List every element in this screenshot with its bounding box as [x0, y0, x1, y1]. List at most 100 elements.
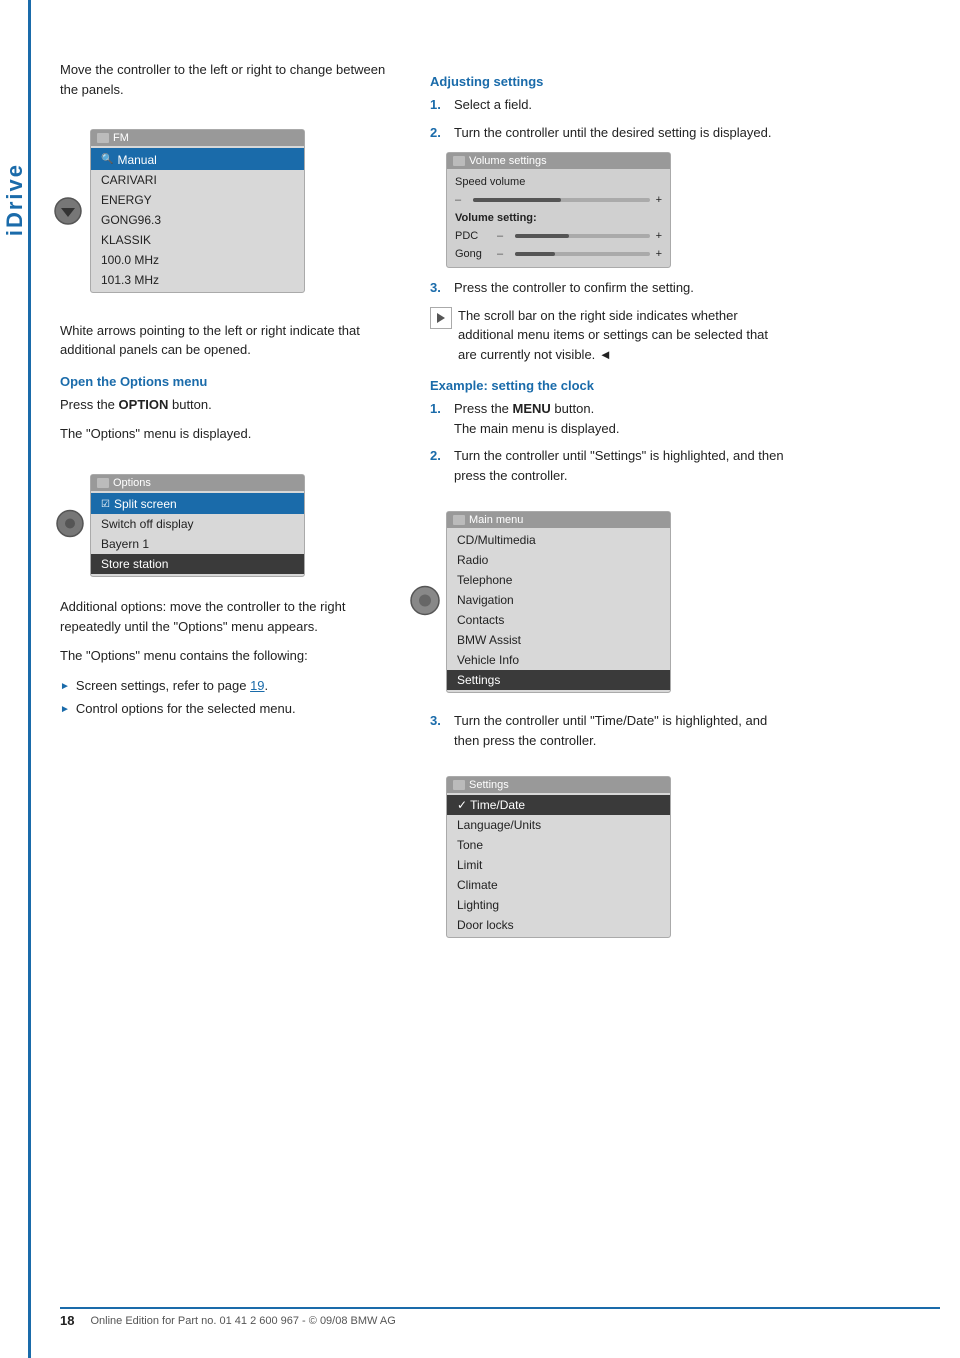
footer-text: Online Edition for Part no. 01 41 2 600 … — [90, 1315, 395, 1327]
speed-volume-track — [473, 198, 650, 202]
options-item-bayern: Bayern 1 — [91, 534, 304, 554]
fm-screen: FM 🔍 Manual CARIVARI ENERGY GONG96.3 KLA… — [90, 129, 305, 293]
ex-step3: 3. Turn the controller until "Time/Date"… — [430, 711, 790, 750]
volume-icon — [453, 156, 465, 166]
pdc-row: PDC – + — [447, 227, 670, 245]
bullet-text-1: Screen settings, refer to page 19. — [76, 676, 268, 696]
fm-item-manual: 🔍 Manual — [91, 148, 304, 170]
main-menu-icon — [453, 515, 465, 525]
settings-screen: Settings ✓ Time/Date Language/Units Tone… — [446, 776, 671, 938]
open-options-para2: The "Options" menu is displayed. — [60, 424, 400, 444]
settings-item-tone: Tone — [447, 835, 670, 855]
options-controller — [56, 510, 84, 541]
bullet-item-2: ► Control options for the selected menu. — [60, 699, 400, 719]
fm-item-gong: GONG96.3 — [91, 210, 304, 230]
options-knob-icon — [56, 510, 84, 538]
gong-fill — [515, 252, 555, 256]
fm-title-text: FM — [113, 132, 129, 144]
adjusting-heading: Adjusting settings — [430, 74, 790, 89]
bullet-triangle-2: ► — [60, 702, 70, 717]
page-footer: 18 Online Edition for Part no. 01 41 2 6… — [60, 1307, 940, 1328]
right-column: Adjusting settings 1. Select a field. 2.… — [430, 60, 790, 956]
additional-text: Additional options: move the controller … — [60, 597, 400, 636]
scroll-box-icon — [430, 307, 452, 329]
settings-item-climate: Climate — [447, 875, 670, 895]
left-column: Move the controller to the left or right… — [60, 60, 400, 956]
settings-screen-wrapper: Settings ✓ Time/Date Language/Units Tone… — [446, 766, 671, 948]
option-bold: OPTION — [119, 397, 169, 412]
bullet-list: ► Screen settings, refer to page 19. ► C… — [60, 676, 400, 719]
settings-item-timedate: ✓ Time/Date — [447, 795, 670, 815]
mm-item-bmw: BMW Assist — [447, 630, 670, 650]
options-item-switch: Switch off display — [91, 514, 304, 534]
speed-volume-row: Speed volume — [447, 173, 670, 191]
mm-item-cd: CD/Multimedia — [447, 530, 670, 550]
main-content: Move the controller to the left or right… — [60, 0, 940, 996]
fm-screen-wrapper: FM 🔍 Manual CARIVARI ENERGY GONG96.3 KLA… — [90, 119, 305, 303]
main-menu-title-text: Main menu — [469, 514, 523, 526]
options-item-store: Store station — [91, 554, 304, 574]
pdc-fill — [515, 234, 569, 238]
ex-step2: 2. Turn the controller until "Settings" … — [430, 446, 790, 485]
options-title-text: Options — [113, 477, 151, 489]
speed-volume-slider-row: – + — [447, 191, 670, 209]
fm-item-carivari: CARIVARI — [91, 170, 304, 190]
gong-row: Gong – + — [447, 245, 670, 263]
settings-item-limit: Limit — [447, 855, 670, 875]
main-menu-screen-wrapper: Main menu CD/Multimedia Radio Telephone … — [446, 501, 671, 703]
main-menu-screen: Main menu CD/Multimedia Radio Telephone … — [446, 511, 671, 693]
page-link-19[interactable]: 19 — [250, 678, 264, 693]
pdc-track — [515, 234, 650, 238]
volume-screen-wrapper: Volume settings Speed volume – + — [446, 152, 790, 268]
fm-item-101: 101.3 MHz — [91, 270, 304, 290]
settings-item-doorlocks: Door locks — [447, 915, 670, 935]
options-screen-wrapper: Options ☑ Split screen Switch off displa… — [90, 464, 305, 588]
volume-title-text: Volume settings — [469, 155, 547, 167]
main-menu-list: CD/Multimedia Radio Telephone Navigation… — [447, 528, 670, 692]
menu-bold: MENU — [513, 401, 551, 416]
idrive-label: iDrive — [0, 100, 30, 300]
fm-list: 🔍 Manual CARIVARI ENERGY GONG96.3 KLASSI… — [91, 146, 304, 292]
options-screen: Options ☑ Split screen Switch off displa… — [90, 474, 305, 578]
volume-content: Speed volume – + Volume setting: — [447, 169, 670, 267]
adjust-step2: 2. Turn the controller until the desired… — [430, 123, 790, 143]
settings-title-bar: Settings — [447, 777, 670, 793]
contains-text: The "Options" menu contains the followin… — [60, 646, 400, 666]
down-arrow-icon — [54, 197, 82, 225]
fm-item-klassik: KLASSIK — [91, 230, 304, 250]
mm-item-vehicle: Vehicle Info — [447, 650, 670, 670]
adjust-step1: 1. Select a field. — [430, 95, 790, 115]
fm-title-bar: FM — [91, 130, 304, 146]
options-list: ☑ Split screen Switch off display Bayern… — [91, 491, 304, 577]
mm-item-radio: Radio — [447, 550, 670, 570]
volume-setting-label-row: Volume setting: — [447, 209, 670, 227]
fm-item-energy: ENERGY — [91, 190, 304, 210]
scroll-indicator-block: The scroll bar on the right side indicat… — [430, 306, 790, 365]
speed-volume-fill — [473, 198, 561, 202]
settings-list: ✓ Time/Date Language/Units Tone Limit Cl… — [447, 793, 670, 937]
settings-icon — [453, 780, 465, 790]
settings-item-lighting: Lighting — [447, 895, 670, 915]
options-title-bar: Options — [91, 475, 304, 491]
intro-text: Move the controller to the left or right… — [60, 60, 400, 99]
triangle-right-icon — [437, 313, 445, 323]
ex-step1: 1. Press the MENU button. The main menu … — [430, 399, 790, 438]
scroll-note-text: The scroll bar on the right side indicat… — [458, 306, 790, 365]
settings-title-text: Settings — [469, 779, 509, 791]
white-arrows-text: White arrows pointing to the left or rig… — [60, 321, 400, 360]
fm-item-100: 100.0 MHz — [91, 250, 304, 270]
example-heading: Example: setting the clock — [430, 378, 790, 393]
options-icon — [97, 478, 109, 488]
fm-controller — [54, 197, 82, 225]
mm-item-contacts: Contacts — [447, 610, 670, 630]
options-item-split: ☑ Split screen — [91, 493, 304, 515]
mm-item-telephone: Telephone — [447, 570, 670, 590]
fm-icon — [97, 133, 109, 143]
gong-track — [515, 252, 650, 256]
volume-screen: Volume settings Speed volume – + — [446, 152, 671, 268]
volume-title-bar: Volume settings — [447, 153, 670, 169]
bullet-text-2: Control options for the selected menu. — [76, 699, 296, 719]
ex-step1-text: Press the MENU button. The main menu is … — [454, 399, 619, 438]
bullet-item-1: ► Screen settings, refer to page 19. — [60, 676, 400, 696]
page-number: 18 — [60, 1313, 74, 1328]
